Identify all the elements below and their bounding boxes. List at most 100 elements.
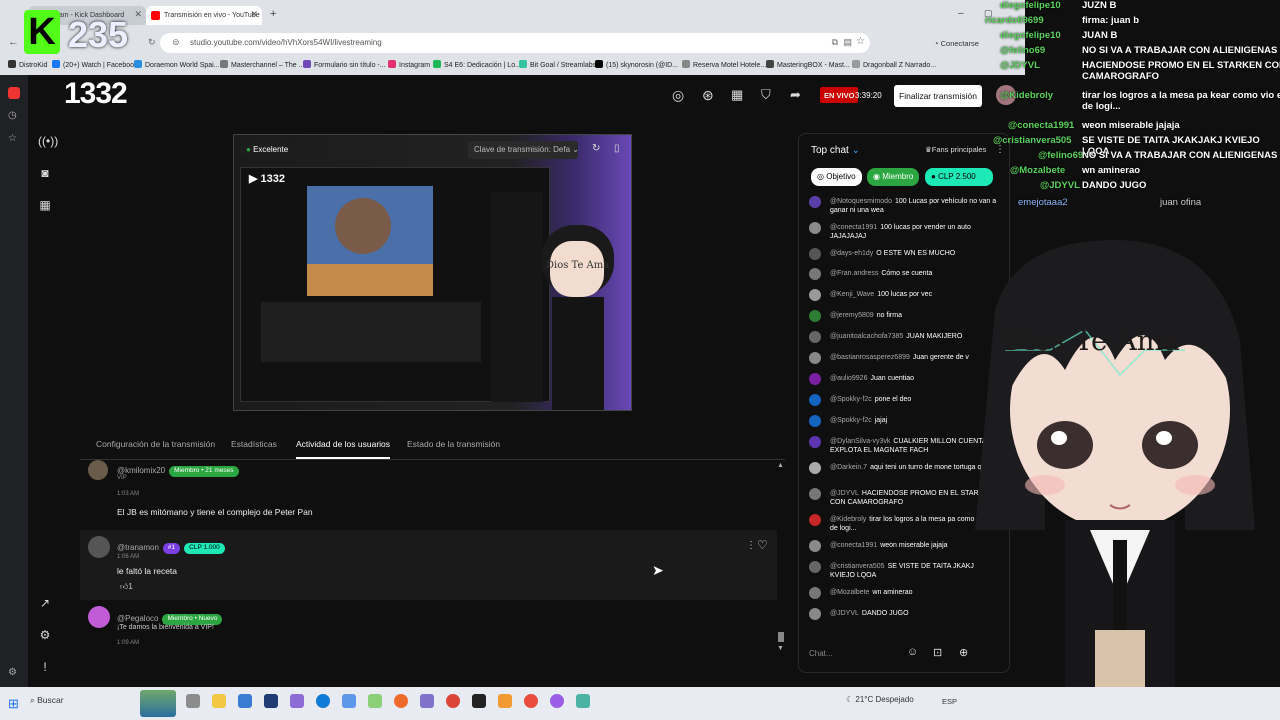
chat-author[interactable]: @Kenji_Wave — [830, 291, 874, 298]
monetize-icon[interactable]: ◎ — [672, 87, 684, 104]
close-icon[interactable]: ✕ — [134, 9, 142, 20]
chat-mode-dropdown[interactable]: Top chat ⌄ — [811, 145, 860, 156]
heart-icon[interactable]: ♡ — [757, 538, 768, 552]
chat-author[interactable]: @aulio9926 — [830, 375, 867, 382]
chat-author[interactable]: @DylanSilva-vy3vk — [830, 438, 890, 445]
store-icon[interactable] — [238, 694, 252, 708]
widget-image[interactable] — [140, 690, 176, 717]
chat-author[interactable]: @cristianvera505 — [830, 563, 885, 570]
folder-icon[interactable] — [212, 694, 226, 708]
more-icon[interactable]: ⋮ — [746, 540, 756, 551]
obs-icon[interactable] — [472, 694, 486, 708]
language-indicator[interactable]: ESP — [942, 697, 957, 706]
trophy-icon: ♛ — [925, 145, 932, 154]
bookmark-item[interactable]: Instagram — [388, 60, 430, 69]
settings-icon[interactable]: ⚙ — [8, 667, 17, 678]
connect-button[interactable]: ◔ Conectarse — [934, 39, 979, 48]
like-count[interactable]: 👍︎1 — [120, 582, 133, 592]
back-icon[interactable]: ← — [8, 36, 19, 48]
taskview-icon[interactable] — [186, 694, 200, 708]
chat-author[interactable]: @JDYVL — [830, 610, 859, 617]
scrollbar[interactable]: ▲ ▼ — [777, 460, 785, 658]
bookmark-item[interactable]: Doraemon World Spai... — [134, 60, 220, 69]
tab-stream-health[interactable]: Estado de la transmisión — [407, 439, 500, 449]
chat-author[interactable]: @Spokky-f2c — [830, 396, 872, 403]
chat-author[interactable]: @bastianrosasperez6899 — [830, 354, 910, 361]
taskbar-search[interactable]: ⌕ Buscar — [30, 695, 64, 706]
close-icon[interactable]: ✕ — [250, 9, 258, 20]
tab-stream-settings[interactable]: Configuración de la transmisión — [96, 439, 215, 449]
calendar-icon[interactable]: ▦ — [731, 87, 743, 103]
bookmark-icon[interactable]: ⛉ — [761, 87, 771, 103]
chat-author[interactable]: @jeremy5809 — [830, 312, 874, 319]
app-icon[interactable] — [8, 87, 20, 99]
tab-analytics[interactable]: Estadísticas — [231, 439, 277, 449]
chat-author[interactable]: @conecta1991 — [830, 224, 877, 231]
sticker-icon[interactable]: ⊡ — [933, 646, 942, 659]
chat-author[interactable]: @Mozalbete — [830, 589, 869, 596]
top-fans-button[interactable]: ♛Fans principales — [925, 145, 986, 154]
app-icon[interactable] — [498, 694, 512, 708]
chat-author[interactable]: @Spokky-f2c — [830, 417, 872, 424]
reload-icon[interactable]: ↻ — [148, 37, 156, 48]
super-icon[interactable]: ⊛ — [702, 87, 714, 104]
chrome-icon[interactable] — [446, 694, 460, 708]
app-icon[interactable] — [342, 694, 356, 708]
stream-key-dropdown[interactable]: Clave de transmisión: Defa ⌄ — [468, 141, 578, 159]
opera-icon[interactable] — [524, 694, 538, 708]
minimize-button[interactable]: – — [958, 8, 964, 19]
bookmark-item[interactable]: Reserva Motel Hotele... — [682, 60, 766, 69]
bookmark-item[interactable]: Formulario sin título -... — [303, 60, 386, 69]
bookmark-item[interactable]: MasteringBOX - Mast... — [766, 60, 850, 69]
chat-author[interactable]: @conecta1991 — [830, 542, 877, 549]
filter-member[interactable]: ◉ Miembro — [867, 168, 920, 186]
app-icon[interactable] — [550, 694, 564, 708]
chat-author[interactable]: @juanitoalcachofa7385 — [830, 333, 903, 340]
chat-author[interactable]: @days-eh1dy — [830, 250, 873, 257]
tab-user-activity[interactable]: Actividad de los usuarios — [296, 439, 391, 459]
copy-icon[interactable]: ▯ — [614, 143, 620, 154]
bookmark-item[interactable]: Dragonball Z Narrado... — [852, 60, 936, 69]
stream-preview[interactable]: ▶ 1332 Dios Te Ama ● Excelente Clave de … — [233, 134, 632, 411]
chat-author[interactable]: @Fran.andress — [830, 270, 878, 277]
chat-author[interactable]: @Notoquesmimodo — [830, 198, 892, 205]
settings-icon[interactable]: ⚙ — [38, 628, 52, 642]
share-icon[interactable]: ➦ — [790, 87, 801, 103]
chat-author[interactable]: @Kidebroly — [830, 516, 866, 523]
bookmark-item[interactable]: (15) skynorosin (@ID... — [595, 60, 678, 69]
end-stream-button[interactable]: Finalizar transmisión — [894, 85, 982, 107]
windows-start-icon[interactable]: ⊞ — [8, 696, 19, 712]
edge-icon[interactable] — [316, 694, 330, 708]
app-icon[interactable] — [368, 694, 382, 708]
filter-superchat[interactable]: ● CLP 2.500 — [925, 168, 993, 186]
weather-widget[interactable]: ☾ 21°C Despejado — [846, 695, 914, 704]
new-tab-button[interactable]: + — [270, 8, 276, 20]
bookmark-item[interactable]: Bit Goal / Streamlabs — [519, 60, 596, 69]
live-icon[interactable]: ((•)) — [38, 134, 58, 148]
vs-icon[interactable] — [420, 694, 434, 708]
star-icon[interactable]: ☆ — [856, 36, 865, 47]
bookmark-item[interactable]: DistroKid — [8, 60, 47, 69]
feedback-icon[interactable]: ! — [38, 660, 52, 674]
address-bar[interactable]: ⊜ studio.youtube.com/video/hVhXors54WI/l… — [160, 33, 870, 53]
bookmark-item[interactable]: S4 E6: Dedicación | Lo... — [433, 60, 521, 69]
chat-author[interactable]: @Darkein.7 — [830, 464, 867, 471]
app-icon[interactable] — [576, 694, 590, 708]
emoji-icon[interactable]: ☺ — [907, 646, 918, 658]
bookmark-item[interactable]: (20+) Watch | Facebook — [52, 60, 138, 69]
star-icon[interactable]: ☆ — [8, 133, 17, 144]
filter-goal[interactable]: ◎ Objetivo — [811, 168, 862, 186]
chat-author[interactable]: @JDYVL — [830, 490, 859, 497]
tab-youtube-live[interactable]: Transmisión en vivo - YouTube ✕ — [146, 6, 262, 25]
firefox-icon[interactable] — [394, 694, 408, 708]
calendar-icon[interactable]: ▦ — [38, 198, 52, 212]
camera-icon[interactable]: ◙ — [38, 166, 52, 180]
v-app-icon[interactable] — [264, 694, 278, 708]
history-icon[interactable]: ◷ — [8, 110, 17, 121]
read-icon[interactable]: ▤ — [843, 37, 852, 48]
refresh-icon[interactable]: ↻ — [592, 143, 600, 154]
install-icon[interactable]: ⧉ — [832, 37, 838, 48]
app-icon[interactable] — [290, 694, 304, 708]
bookmark-item[interactable]: Masterchannel – The ... — [220, 60, 304, 69]
arrow-out-icon[interactable]: ↗ — [38, 596, 52, 610]
